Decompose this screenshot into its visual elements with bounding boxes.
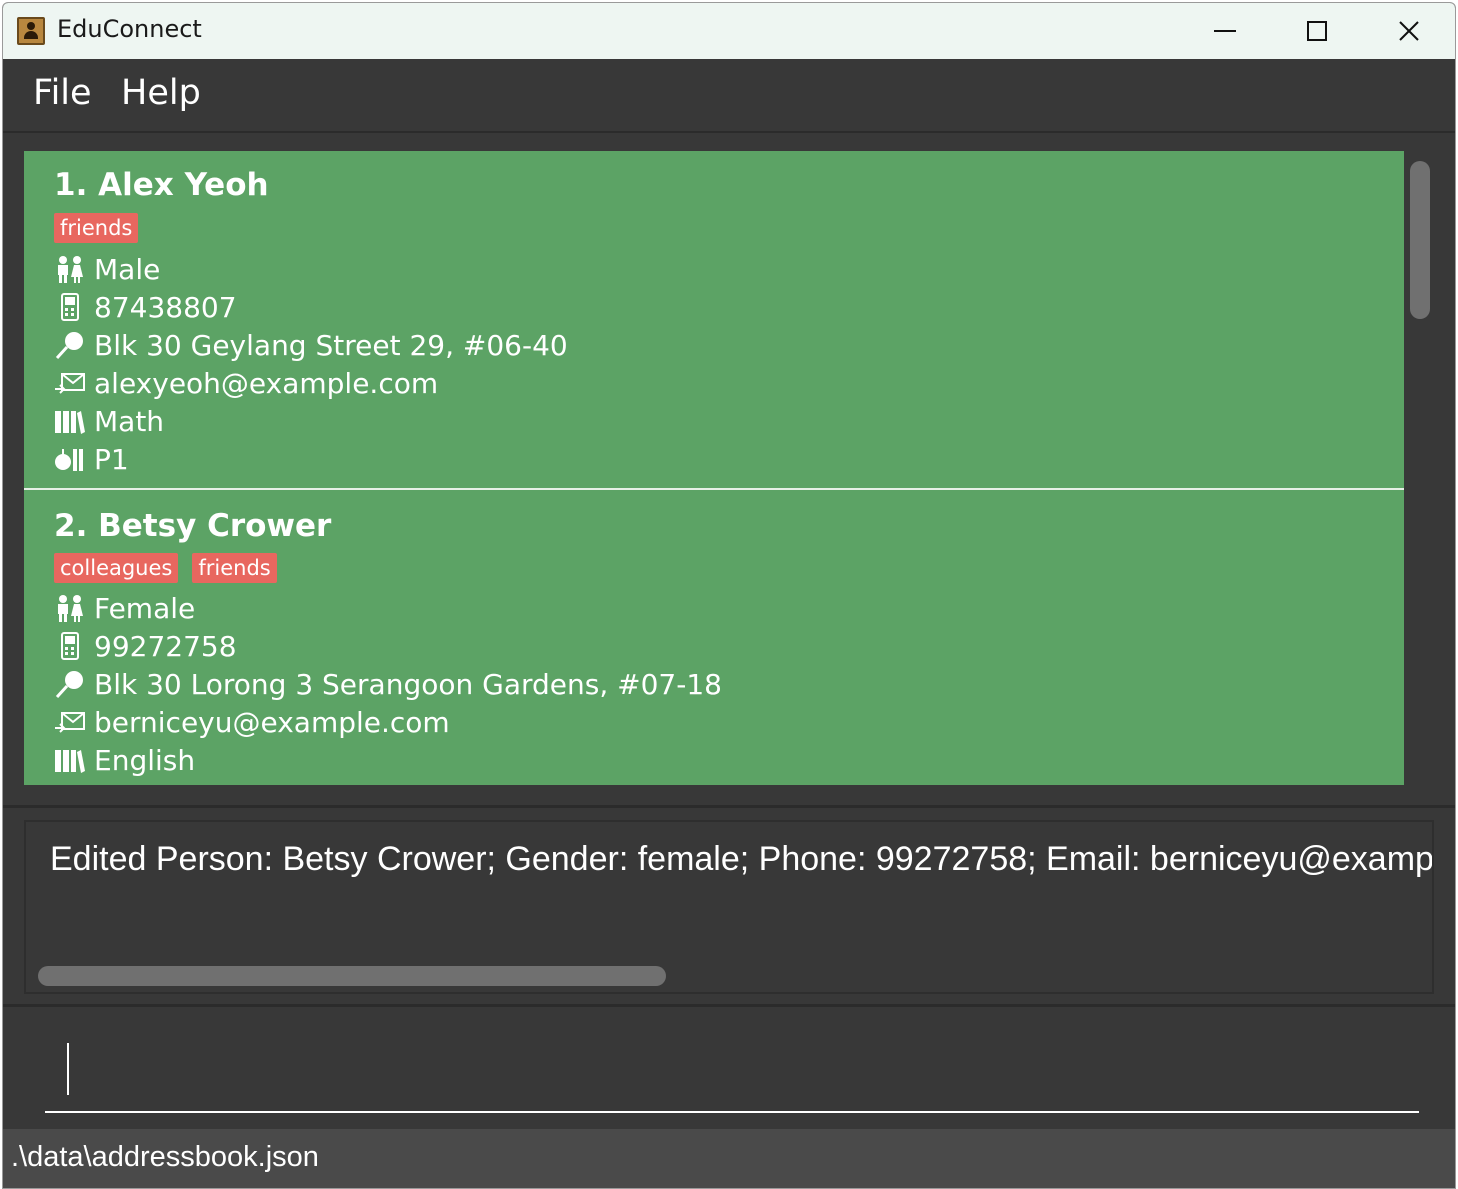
- command-panel: [3, 1007, 1455, 1127]
- person-card[interactable]: 1. Alex Yeoh friends Male 87438807 Blk 3…: [24, 151, 1404, 488]
- subject-row: English: [54, 742, 195, 778]
- email-row: alexyeoh@example.com: [54, 365, 438, 401]
- people-icon: [54, 593, 86, 623]
- gender-value: Female: [94, 591, 196, 625]
- phone-row: 99272758: [54, 628, 237, 664]
- minimize-icon: [1214, 30, 1236, 32]
- close-icon: [1399, 21, 1419, 41]
- tag-list: colleagues friends: [54, 553, 277, 589]
- email-row: berniceyu@example.com: [54, 704, 450, 740]
- subject-value: English: [94, 743, 196, 777]
- level-value: P1: [94, 442, 129, 476]
- result-display[interactable]: Edited Person: Betsy Crower; Gender: fem…: [24, 820, 1434, 994]
- person-name: 2. Betsy Crower: [54, 508, 332, 544]
- gender-row: Female: [54, 590, 195, 626]
- subject-value: Math: [94, 404, 165, 438]
- app-icon: [17, 17, 45, 45]
- menu-file[interactable]: File: [33, 73, 92, 113]
- command-input[interactable]: [45, 1031, 1419, 1113]
- email-value: berniceyu@example.com: [94, 705, 450, 739]
- mail-icon: [54, 368, 86, 398]
- result-horizontal-scrollbar[interactable]: [38, 966, 666, 986]
- tag-list: friends: [54, 213, 139, 249]
- app-window: EduConnect File Help 1. Alex Yeoh friend…: [2, 2, 1456, 1189]
- tag: friends: [54, 213, 139, 243]
- maximize-button[interactable]: [1271, 3, 1363, 59]
- text-caret: [67, 1043, 69, 1095]
- books-icon: [54, 406, 86, 436]
- close-button[interactable]: [1363, 3, 1455, 59]
- person-card[interactable]: 2. Betsy Crower colleagues friends Femal…: [24, 488, 1404, 785]
- people-icon: [54, 254, 86, 284]
- phone-value: 87438807: [94, 290, 237, 324]
- person-list-panel: 1. Alex Yeoh friends Male 87438807 Blk 3…: [3, 133, 1455, 808]
- books-icon: [54, 745, 86, 775]
- level-icon: [54, 444, 86, 474]
- phone-icon: [54, 292, 86, 322]
- subject-row: Math: [54, 403, 164, 439]
- gender-value: Male: [94, 252, 161, 286]
- phone-value: 99272758: [94, 629, 237, 663]
- phone-icon: [54, 631, 86, 661]
- status-bar: .\data\addressbook.json: [3, 1129, 1455, 1188]
- title-bar[interactable]: EduConnect: [3, 3, 1455, 59]
- address-value: Blk 30 Lorong 3 Serangoon Gardens, #07-1…: [94, 667, 722, 701]
- gender-row: Male: [54, 251, 160, 287]
- menu-help[interactable]: Help: [121, 73, 201, 113]
- result-text: Edited Person: Betsy Crower; Gender: fem…: [50, 840, 1434, 878]
- maximize-icon: [1307, 21, 1327, 41]
- email-value: alexyeoh@example.com: [94, 366, 439, 400]
- save-location: .\data\addressbook.json: [11, 1141, 319, 1173]
- person-name: 1. Alex Yeoh: [54, 167, 269, 203]
- minimize-button[interactable]: [1179, 3, 1271, 59]
- level-row: P1: [54, 441, 129, 477]
- result-panel: Edited Person: Betsy Crower; Gender: fem…: [3, 808, 1455, 1007]
- address-value: Blk 30 Geylang Street 29, #06-40: [94, 328, 568, 362]
- address-row: Blk 30 Geylang Street 29, #06-40: [54, 327, 568, 363]
- menu-bar: File Help: [3, 59, 1455, 133]
- window-title: EduConnect: [57, 15, 202, 43]
- phone-row: 87438807: [54, 289, 237, 325]
- pin-icon: [54, 330, 86, 360]
- tag: colleagues: [54, 553, 179, 583]
- mail-icon: [54, 707, 86, 737]
- list-vertical-scrollbar[interactable]: [1410, 161, 1430, 319]
- tag: friends: [192, 553, 277, 583]
- address-row: Blk 30 Lorong 3 Serangoon Gardens, #07-1…: [54, 666, 722, 702]
- pin-icon: [54, 669, 86, 699]
- person-list[interactable]: 1. Alex Yeoh friends Male 87438807 Blk 3…: [24, 151, 1404, 785]
